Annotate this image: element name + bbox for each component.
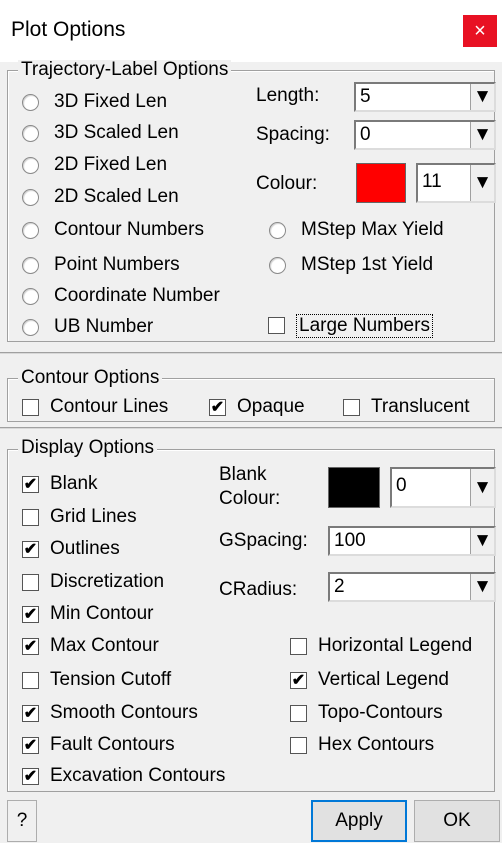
chevron-down-icon: ▼ [470, 528, 494, 554]
trajectory-option-5-label: Point Numbers [54, 254, 180, 275]
apply-button[interactable]: Apply [311, 800, 407, 842]
contour-legend: Contour Options [18, 368, 163, 388]
trajectory-option-0-label: 3D Fixed Len [54, 91, 168, 112]
cradius-label: CRadius: [219, 579, 298, 600]
mstep-option-1-label: MStep 1st Yield [301, 254, 434, 275]
window-title: Plot Options [11, 18, 126, 41]
colour-swatch[interactable] [356, 163, 406, 203]
trajectory-option-5-radio[interactable] [22, 257, 39, 274]
display-option-3-checkbox[interactable] [22, 574, 39, 591]
separator [0, 352, 502, 354]
display-option-7-checkbox[interactable]: ✔ [22, 705, 39, 722]
display-option-8-checkbox[interactable]: ✔ [22, 737, 39, 754]
trajectory-option-4-label: Contour Numbers [54, 219, 204, 240]
legend-option-3-checkbox[interactable] [290, 737, 307, 754]
display-option-3-label: Discretization [50, 571, 165, 592]
display-option-5-label: Max Contour [50, 635, 159, 656]
contour-option-2-label: Translucent [371, 396, 470, 417]
mstep-option-1-radio[interactable] [269, 257, 286, 274]
colour-label: Colour: [256, 173, 318, 194]
chevron-down-icon: ▼ [470, 122, 494, 148]
trajectory-option-2-label: 2D Fixed Len [54, 154, 168, 175]
large-numbers-label: Large Numbers [296, 314, 433, 338]
large-numbers-checkbox[interactable] [268, 317, 285, 334]
legend-option-2-checkbox[interactable] [290, 705, 307, 722]
spacing-label: Spacing: [256, 124, 330, 145]
trajectory-option-1-label: 3D Scaled Len [54, 122, 179, 143]
ok-button[interactable]: OK [414, 800, 500, 842]
title-bar: Plot Options × [0, 0, 502, 62]
contour-option-1-label: Opaque [237, 396, 305, 417]
gspacing-label: GSpacing: [219, 530, 308, 551]
display-option-5-checkbox[interactable]: ✔ [22, 638, 39, 655]
display-option-8-label: Fault Contours [50, 734, 175, 755]
gspacing-select[interactable]: 100 ▼ [328, 526, 496, 556]
display-option-2-label: Outlines [50, 538, 120, 559]
display-option-1-label: Grid Lines [50, 506, 137, 527]
trajectory-option-7-label: UB Number [54, 316, 154, 337]
blank-colour-swatch[interactable] [328, 467, 380, 508]
trajectory-option-3-radio[interactable] [22, 189, 39, 206]
legend-option-0-checkbox[interactable] [290, 638, 307, 655]
display-option-9-label: Excavation Contours [50, 765, 226, 786]
cradius-select[interactable]: 2 ▼ [328, 572, 496, 602]
legend-option-1-label: Vertical Legend [318, 669, 449, 690]
display-option-0-label: Blank [50, 473, 98, 494]
length-label: Length: [256, 85, 320, 106]
trajectory-option-0-radio[interactable] [22, 94, 39, 111]
trajectory-option-1-radio[interactable] [22, 125, 39, 142]
trajectory-option-6-radio[interactable] [22, 288, 39, 305]
trajectory-option-4-radio[interactable] [22, 222, 39, 239]
display-legend: Display Options [18, 438, 158, 458]
contour-option-1-checkbox[interactable]: ✔ [209, 399, 226, 416]
separator [0, 427, 502, 429]
trajectory-option-3-label: 2D Scaled Len [54, 186, 179, 207]
chevron-down-icon: ▼ [470, 574, 494, 600]
contour-option-0-checkbox[interactable] [22, 399, 39, 416]
mstep-option-0-label: MStep Max Yield [301, 219, 444, 240]
display-option-9-checkbox[interactable]: ✔ [22, 768, 39, 785]
trajectory-option-6-label: Coordinate Number [54, 285, 220, 306]
legend-option-1-checkbox[interactable]: ✔ [290, 672, 307, 689]
close-button[interactable]: × [463, 15, 497, 47]
display-option-6-checkbox[interactable] [22, 672, 39, 689]
display-option-0-checkbox[interactable]: ✔ [22, 476, 39, 493]
length-select[interactable]: 5 ▼ [354, 82, 496, 112]
trajectory-legend: Trajectory-Label Options [18, 60, 232, 80]
display-option-4-label: Min Contour [50, 603, 154, 624]
trajectory-option-7-radio[interactable] [22, 319, 39, 336]
display-option-7-label: Smooth Contours [50, 702, 198, 723]
contour-option-2-checkbox[interactable] [343, 399, 360, 416]
legend-option-2-label: Topo-Contours [318, 702, 443, 723]
legend-option-0-label: Horizontal Legend [318, 635, 473, 656]
display-option-2-checkbox[interactable]: ✔ [22, 541, 39, 558]
trajectory-option-2-radio[interactable] [22, 157, 39, 174]
help-icon: ? [16, 810, 28, 831]
spacing-select[interactable]: 0 ▼ [354, 120, 496, 150]
blank-colour-label: Blank Colour: [219, 464, 281, 509]
help-button[interactable]: ? [7, 800, 37, 842]
colour-select[interactable]: 11 ▼ [416, 163, 496, 203]
display-option-4-checkbox[interactable]: ✔ [22, 606, 39, 623]
display-option-1-checkbox[interactable] [22, 509, 39, 526]
display-option-6-label: Tension Cutoff [50, 669, 172, 690]
chevron-down-icon: ▼ [470, 165, 494, 201]
chevron-down-icon: ▼ [470, 469, 494, 506]
blank-colour-select[interactable]: 0 ▼ [390, 467, 496, 508]
chevron-down-icon: ▼ [470, 84, 494, 110]
close-icon: × [474, 19, 486, 42]
mstep-option-0-radio[interactable] [269, 222, 286, 239]
contour-option-0-label: Contour Lines [50, 396, 169, 417]
legend-option-3-label: Hex Contours [318, 734, 435, 755]
